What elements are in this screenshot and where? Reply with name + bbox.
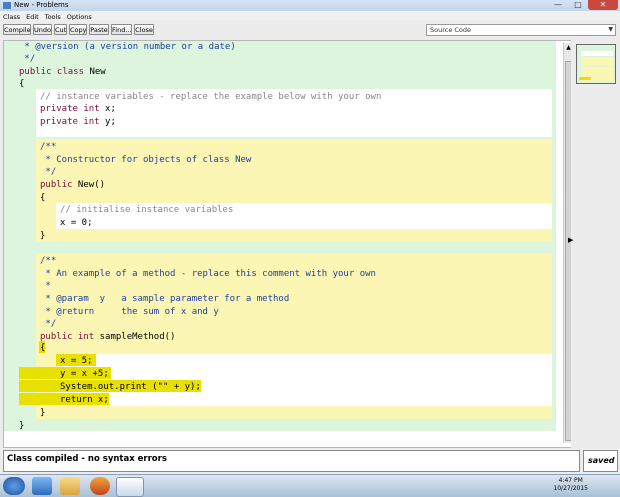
thumb-constructor [581,57,613,66]
minimize-button[interactable]: — [548,0,568,10]
status-message: Class compiled - no syntax errors [7,454,167,464]
saved-label: saved [588,456,615,465]
thumb-fields [581,51,613,56]
menu-bar: Class Edit Tools Options [0,11,620,21]
code-text: y; [99,117,116,127]
code-line: { [40,343,46,353]
maximize-button[interactable]: □ [568,0,588,10]
navigation-view: ▶ [568,40,617,448]
keyword: public int [40,332,95,342]
keyword: private int [40,117,100,127]
code-text: New() [72,180,106,190]
window-title: New - Problems [14,1,69,9]
code-line: */ [40,319,57,329]
explorer-icon[interactable] [60,477,80,495]
status-bar: Class compiled - no syntax errors [3,450,580,472]
code-text: sampleMethod() [94,332,176,342]
find-button[interactable]: Find... [111,24,132,35]
paste-button[interactable]: Paste [89,24,109,35]
close-window-button[interactable]: ✕ [588,0,618,10]
compile-button[interactable]: Compile [3,24,31,35]
navigation-thumbnail[interactable] [576,44,616,84]
code-line: } [40,408,46,418]
start-button[interactable] [3,477,25,495]
code-line: * An example of a method - replace this … [40,269,376,279]
code-line: { [19,79,25,89]
chevron-down-icon: ▼ [608,26,613,33]
code-line: x = 0; [60,218,93,228]
view-select[interactable]: Source Code ▼ [426,24,616,36]
code-line: * @param y a sample parameter for a meth… [40,294,290,304]
cut-button[interactable]: Cut [54,24,67,35]
code-line: private int y; [40,116,116,128]
keyword: public [40,180,73,190]
firefox-icon[interactable] [90,477,110,495]
code-line: public int sampleMethod() [40,331,175,343]
copy-button[interactable]: Copy [69,24,87,35]
code-line: // initialise instance variables [60,205,234,215]
bluej-icon[interactable] [116,477,144,497]
saved-indicator: saved [583,450,618,472]
code-line: return x; [60,395,109,405]
code-text: New [84,67,106,77]
keyword: public class [19,67,85,77]
code-line: private int x; [40,103,116,115]
thumb-selection [579,77,591,80]
code-text: x; [99,104,116,114]
taskbar: 4:47 PM 10/27/2015 [0,474,620,497]
code-line: // instance variables - replace the exam… [40,92,382,102]
code-line: y = x +5; [60,369,109,379]
code-line: * @return the sum of x and y [40,307,219,317]
app-icon [3,2,11,9]
collapse-arrow-icon[interactable]: ▶ [568,236,573,244]
code-line: } [40,231,46,241]
code-line: /** [40,142,57,152]
code-line: /** [40,256,57,266]
code-line: x = 5; [60,356,93,366]
clock[interactable]: 4:47 PM 10/27/2015 [553,477,588,493]
code-line: public New() [40,179,105,191]
view-select-value: Source Code [430,26,472,34]
close-button[interactable]: Close [134,24,154,35]
keyword: private int [40,104,100,114]
code-line: } [19,421,25,431]
code-line: */ [19,54,36,64]
code-line: * [40,281,51,291]
code-line: * @version (a version number or a date) [19,42,236,52]
clock-date: 10/27/2015 [553,485,588,492]
undo-button[interactable]: Undo [33,24,52,35]
clock-time: 4:47 PM [558,477,583,484]
code-line: { [40,193,46,203]
code-line: System.out.print ("" + y); [60,382,201,392]
code-line: */ [40,167,57,177]
code-line: * Constructor for objects of class New [40,155,252,165]
code-line: public class New [19,66,106,78]
ie-icon[interactable] [32,477,52,495]
source-editor[interactable]: * @version (a version number or a date) … [3,40,572,448]
